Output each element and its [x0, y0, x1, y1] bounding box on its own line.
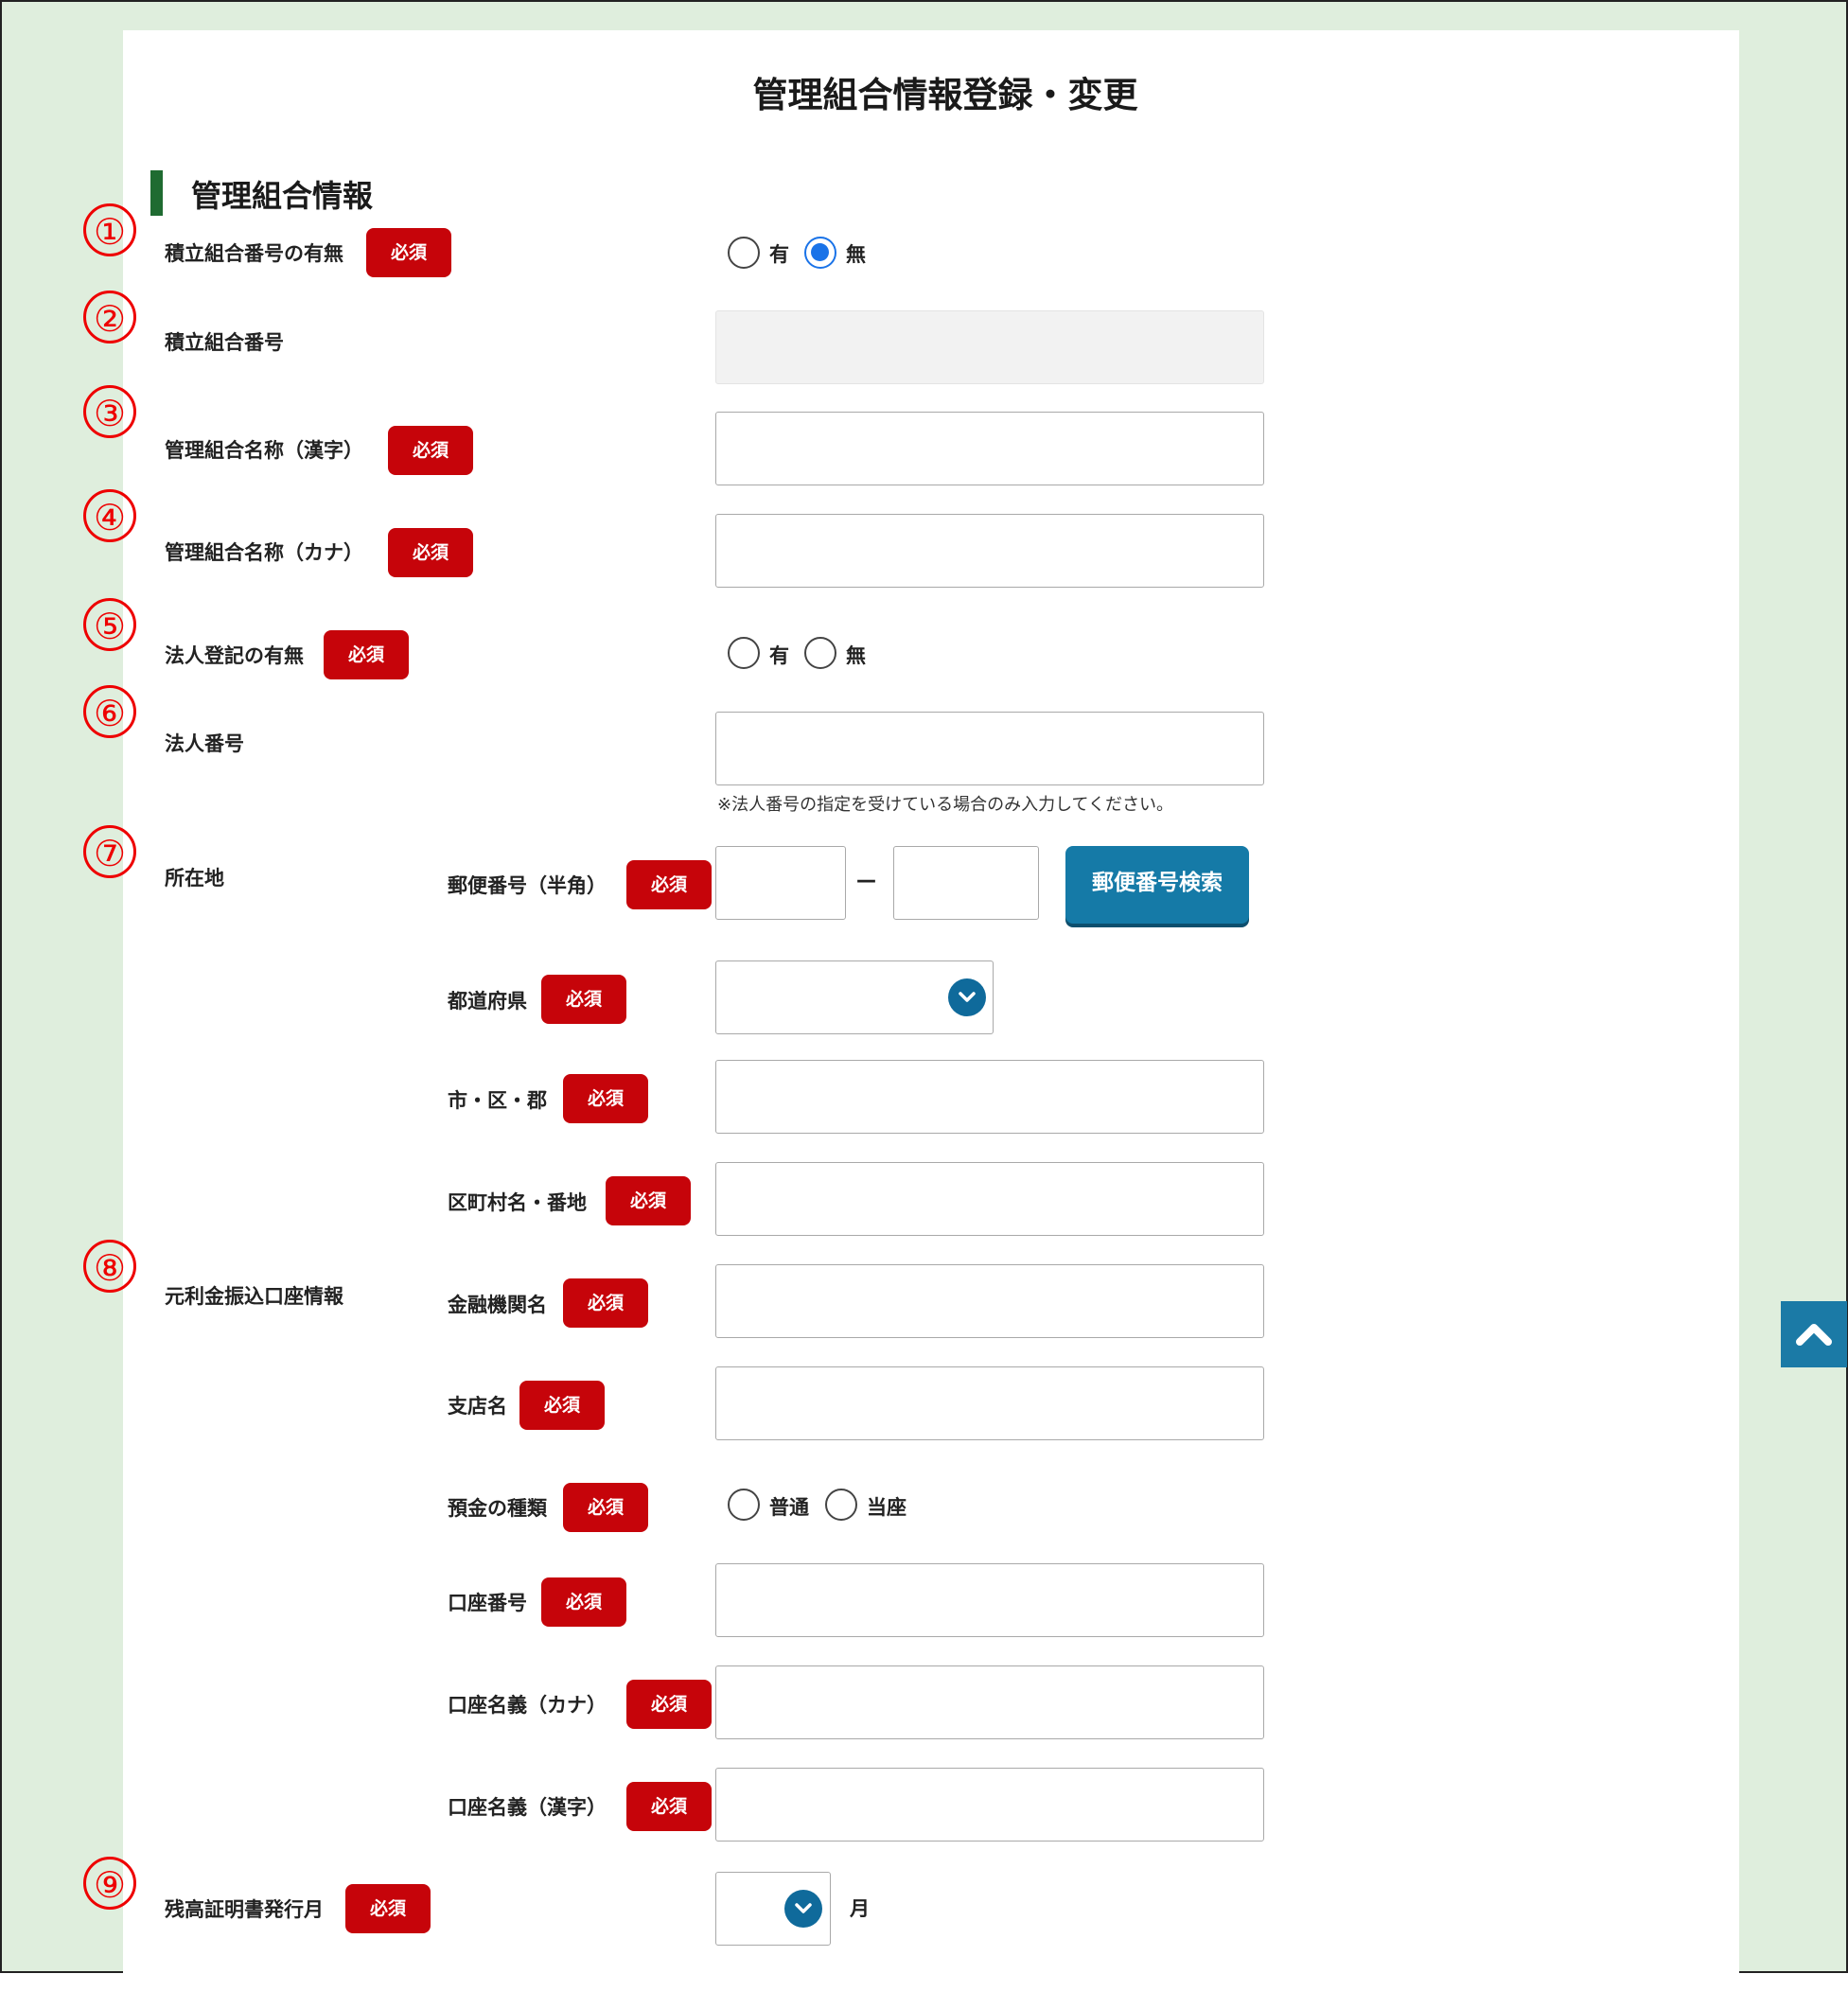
radio-label-yes: 有 [769, 644, 789, 667]
field-label-corp-number: 法人番号 [165, 732, 244, 755]
section-accent-bar [150, 170, 163, 216]
required-badge: 必須 [345, 1884, 431, 1933]
required-badge: 必須 [324, 630, 409, 679]
prefecture-select[interactable] [715, 960, 994, 1034]
field-label-name-kanji: 管理組合名称（漢字） [165, 439, 363, 462]
required-badge: 必須 [541, 1577, 626, 1627]
postal-code-part1-input[interactable] [715, 846, 846, 920]
holder-kanji-input[interactable] [715, 1768, 1264, 1842]
balance-month-select[interactable] [715, 1872, 831, 1946]
radio-corp-reg-no[interactable] [804, 637, 836, 669]
marker-9: ⑨ [83, 1857, 136, 1910]
required-badge: 必須 [563, 1483, 648, 1532]
page-title: 管理組合情報登録・変更 [752, 75, 1138, 115]
holder-kana-label: 口座名義（カナ） [448, 1694, 607, 1717]
page-frame: 管理組合情報登録・変更 管理組合情報 積立組合番号の有無 必須 有 無 積立組合… [0, 0, 1848, 1973]
postal-code-part2-input[interactable] [893, 846, 1039, 920]
field-label-tsumitate-umu: 積立組合番号の有無 [165, 242, 343, 265]
field-label-bank-account: 元利金振込口座情報 [165, 1285, 343, 1308]
scroll-top-button[interactable] [1781, 1301, 1847, 1367]
month-unit: 月 [850, 1897, 870, 1920]
required-badge: 必須 [563, 1074, 648, 1123]
chevron-down-icon [784, 1890, 822, 1928]
tsumitate-number-input[interactable] [715, 310, 1264, 384]
corp-number-input[interactable] [715, 712, 1264, 785]
radio-label-yes: 有 [769, 243, 789, 266]
required-badge: 必須 [388, 426, 473, 475]
field-label-balance-month: 残高証明書発行月 [165, 1898, 324, 1921]
required-badge: 必須 [388, 528, 473, 577]
holder-kana-input[interactable] [715, 1665, 1264, 1739]
chevron-down-icon [948, 978, 986, 1016]
holder-kanji-label: 口座名義（漢字） [448, 1796, 607, 1819]
city-label: 市・区・郡 [448, 1089, 547, 1112]
account-number-input[interactable] [715, 1563, 1264, 1637]
field-label-address: 所在地 [165, 867, 224, 890]
bank-name-input[interactable] [715, 1264, 1264, 1338]
required-badge: 必須 [563, 1278, 648, 1328]
marker-1: ① [83, 203, 136, 256]
marker-7: ⑦ [83, 825, 136, 878]
marker-4: ④ [83, 489, 136, 542]
required-badge: 必須 [366, 228, 451, 277]
field-label-tsumitate-number: 積立組合番号 [165, 331, 284, 354]
section-title: 管理組合情報 [191, 178, 374, 214]
marker-2: ② [83, 291, 136, 344]
required-badge: 必須 [541, 975, 626, 1024]
branch-label: 支店名 [448, 1395, 507, 1418]
radio-corp-reg-yes[interactable] [728, 637, 760, 669]
form-panel: 管理組合情報登録・変更 管理組合情報 積立組合番号の有無 必須 有 無 積立組合… [123, 30, 1739, 1973]
corp-number-note: ※法人番号の指定を受けている場合のみ入力してください。 [717, 795, 1173, 815]
field-label-corp-reg: 法人登記の有無 [165, 644, 304, 667]
street-label: 区町村名・番地 [448, 1191, 587, 1214]
branch-name-input[interactable] [715, 1366, 1264, 1440]
marker-3: ③ [83, 385, 136, 438]
radio-label-ordinary: 普通 [769, 1496, 809, 1519]
marker-5: ⑤ [83, 598, 136, 651]
required-badge: 必須 [606, 1176, 691, 1225]
marker-8: ⑧ [83, 1240, 136, 1293]
radio-deposit-current[interactable] [825, 1489, 857, 1521]
radio-tsumitate-yes[interactable] [728, 237, 760, 269]
required-badge: 必須 [626, 1782, 712, 1831]
radio-deposit-ordinary[interactable] [728, 1489, 760, 1521]
radio-label-current: 当座 [867, 1496, 906, 1519]
radio-label-no: 無 [846, 243, 866, 266]
radio-tsumitate-no[interactable] [804, 237, 836, 269]
account-number-label: 口座番号 [448, 1592, 527, 1614]
radio-label-no: 無 [846, 644, 866, 667]
name-kana-input[interactable] [715, 514, 1264, 588]
street-input[interactable] [715, 1162, 1264, 1236]
prefecture-label: 都道府県 [448, 990, 527, 1013]
required-badge: 必須 [519, 1381, 605, 1430]
postal-label: 郵便番号（半角） [448, 874, 607, 897]
bank-label: 金融機関名 [448, 1294, 547, 1316]
marker-6: ⑥ [83, 685, 136, 738]
deposit-type-label: 預金の種類 [448, 1497, 547, 1520]
required-badge: 必須 [626, 1680, 712, 1729]
required-badge: 必須 [626, 860, 712, 909]
name-kanji-input[interactable] [715, 412, 1264, 485]
postal-separator: — [856, 869, 876, 891]
postal-search-button[interactable]: 郵便番号検索 [1065, 846, 1249, 924]
city-input[interactable] [715, 1060, 1264, 1134]
chevron-up-icon [1796, 1324, 1832, 1346]
field-label-name-kana: 管理組合名称（カナ） [165, 541, 363, 564]
